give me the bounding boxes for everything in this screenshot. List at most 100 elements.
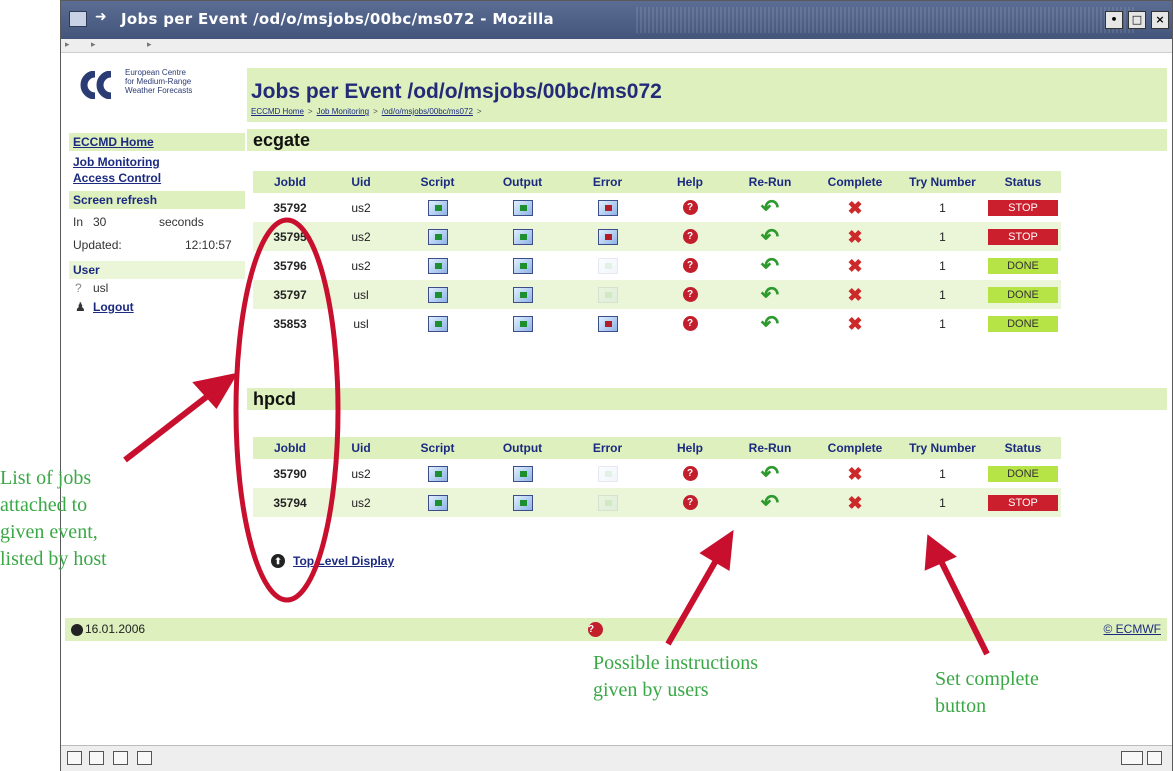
rerun-arrow-icon[interactable]: ↶ xyxy=(761,225,779,247)
complete-button[interactable]: ✖ xyxy=(810,251,900,280)
complete-x-icon[interactable]: ✖ xyxy=(847,315,862,333)
error-button[interactable] xyxy=(565,488,650,517)
help-icon[interactable]: ? xyxy=(682,466,698,482)
help-button[interactable]: ? xyxy=(650,309,730,338)
help-button[interactable]: ? xyxy=(650,222,730,251)
footer-help-icon[interactable]: ? xyxy=(588,622,603,637)
top-level-display-link[interactable]: ⬆ Top Level Display xyxy=(271,553,394,568)
close-button[interactable]: × xyxy=(1151,11,1169,29)
help-icon[interactable]: ? xyxy=(682,200,698,216)
rerun-button[interactable]: ↶ xyxy=(730,309,810,338)
logout-link[interactable]: Logout xyxy=(93,300,134,314)
help-icon[interactable]: ? xyxy=(682,495,698,511)
status-cell[interactable]: DONE xyxy=(985,251,1061,280)
status-cell[interactable]: DONE xyxy=(985,459,1061,488)
script-file-icon[interactable] xyxy=(427,199,448,216)
status-cell[interactable]: DONE xyxy=(985,309,1061,338)
rerun-arrow-icon[interactable]: ↶ xyxy=(761,462,779,484)
breadcrumb-home[interactable]: ECCMD Home xyxy=(251,107,304,116)
script-button[interactable] xyxy=(395,193,480,222)
help-button[interactable]: ? xyxy=(650,488,730,517)
navigator-icon[interactable] xyxy=(67,751,82,765)
complete-x-icon[interactable]: ✖ xyxy=(847,494,862,512)
rerun-button[interactable]: ↶ xyxy=(730,488,810,517)
output-button[interactable] xyxy=(480,193,565,222)
error-file-icon[interactable] xyxy=(597,199,618,216)
status-cell[interactable]: STOP xyxy=(985,488,1061,517)
addressbook-icon[interactable] xyxy=(137,751,152,765)
output-file-icon[interactable] xyxy=(512,228,533,245)
sidebar-item-access-control[interactable]: Access Control xyxy=(73,171,241,185)
minimize-button[interactable]: • xyxy=(1105,11,1123,29)
complete-button[interactable]: ✖ xyxy=(810,309,900,338)
status-cell[interactable]: STOP xyxy=(985,193,1061,222)
script-button[interactable] xyxy=(395,280,480,309)
help-icon[interactable]: ? xyxy=(682,229,698,245)
maximize-button[interactable]: □ xyxy=(1128,11,1146,29)
help-button[interactable]: ? xyxy=(650,193,730,222)
rerun-button[interactable]: ↶ xyxy=(730,280,810,309)
rerun-button[interactable]: ↶ xyxy=(730,193,810,222)
sidebar-item-home[interactable]: ECCMD Home xyxy=(73,135,154,149)
complete-button[interactable]: ✖ xyxy=(810,488,900,517)
rerun-button[interactable]: ↶ xyxy=(730,222,810,251)
composer-icon[interactable] xyxy=(113,751,128,765)
help-icon[interactable]: ? xyxy=(682,316,698,332)
complete-x-icon[interactable]: ✖ xyxy=(847,286,862,304)
script-button[interactable] xyxy=(395,222,480,251)
script-button[interactable] xyxy=(395,459,480,488)
error-file-icon[interactable] xyxy=(597,228,618,245)
help-button[interactable]: ? xyxy=(650,280,730,309)
rerun-button[interactable]: ↶ xyxy=(730,459,810,488)
rerun-arrow-icon[interactable]: ↶ xyxy=(761,283,779,305)
script-file-icon[interactable] xyxy=(427,286,448,303)
error-button[interactable] xyxy=(565,251,650,280)
output-button[interactable] xyxy=(480,251,565,280)
script-file-icon[interactable] xyxy=(427,465,448,482)
help-icon[interactable]: ? xyxy=(682,258,698,274)
complete-button[interactable]: ✖ xyxy=(810,280,900,309)
output-button[interactable] xyxy=(480,280,565,309)
rerun-button[interactable]: ↶ xyxy=(730,251,810,280)
output-file-icon[interactable] xyxy=(512,286,533,303)
error-button[interactable] xyxy=(565,222,650,251)
error-button[interactable] xyxy=(565,280,650,309)
script-button[interactable] xyxy=(395,251,480,280)
rerun-arrow-icon[interactable]: ↶ xyxy=(761,491,779,513)
script-file-icon[interactable] xyxy=(427,315,448,332)
script-file-icon[interactable] xyxy=(427,257,448,274)
complete-x-icon[interactable]: ✖ xyxy=(847,228,862,246)
output-button[interactable] xyxy=(480,309,565,338)
rerun-arrow-icon[interactable]: ↶ xyxy=(761,312,779,334)
complete-x-icon[interactable]: ✖ xyxy=(847,257,862,275)
complete-x-icon[interactable]: ✖ xyxy=(847,465,862,483)
breadcrumb-event[interactable]: /od/o/msjobs/00bc/ms072 xyxy=(382,107,473,116)
help-button[interactable]: ? xyxy=(650,251,730,280)
error-button[interactable] xyxy=(565,459,650,488)
script-button[interactable] xyxy=(395,488,480,517)
status-cell[interactable]: STOP xyxy=(985,222,1061,251)
help-icon[interactable]: ? xyxy=(682,287,698,303)
error-button[interactable] xyxy=(565,193,650,222)
mail-icon[interactable] xyxy=(89,751,104,765)
complete-x-icon[interactable]: ✖ xyxy=(847,199,862,217)
output-file-icon[interactable] xyxy=(512,257,533,274)
script-button[interactable] xyxy=(395,309,480,338)
output-button[interactable] xyxy=(480,222,565,251)
rerun-arrow-icon[interactable]: ↶ xyxy=(761,254,779,276)
error-button[interactable] xyxy=(565,309,650,338)
breadcrumb-job-monitoring[interactable]: Job Monitoring xyxy=(317,107,369,116)
complete-button[interactable]: ✖ xyxy=(810,459,900,488)
output-button[interactable] xyxy=(480,488,565,517)
footer-copyright-link[interactable]: © ECMWF xyxy=(1104,622,1162,636)
script-file-icon[interactable] xyxy=(427,494,448,511)
help-button[interactable]: ? xyxy=(650,459,730,488)
complete-button[interactable]: ✖ xyxy=(810,193,900,222)
complete-button[interactable]: ✖ xyxy=(810,222,900,251)
output-file-icon[interactable] xyxy=(512,199,533,216)
status-cell[interactable]: DONE xyxy=(985,280,1061,309)
sidebar-item-job-monitoring[interactable]: Job Monitoring xyxy=(73,155,241,169)
output-file-icon[interactable] xyxy=(512,315,533,332)
output-file-icon[interactable] xyxy=(512,465,533,482)
rerun-arrow-icon[interactable]: ↶ xyxy=(761,196,779,218)
